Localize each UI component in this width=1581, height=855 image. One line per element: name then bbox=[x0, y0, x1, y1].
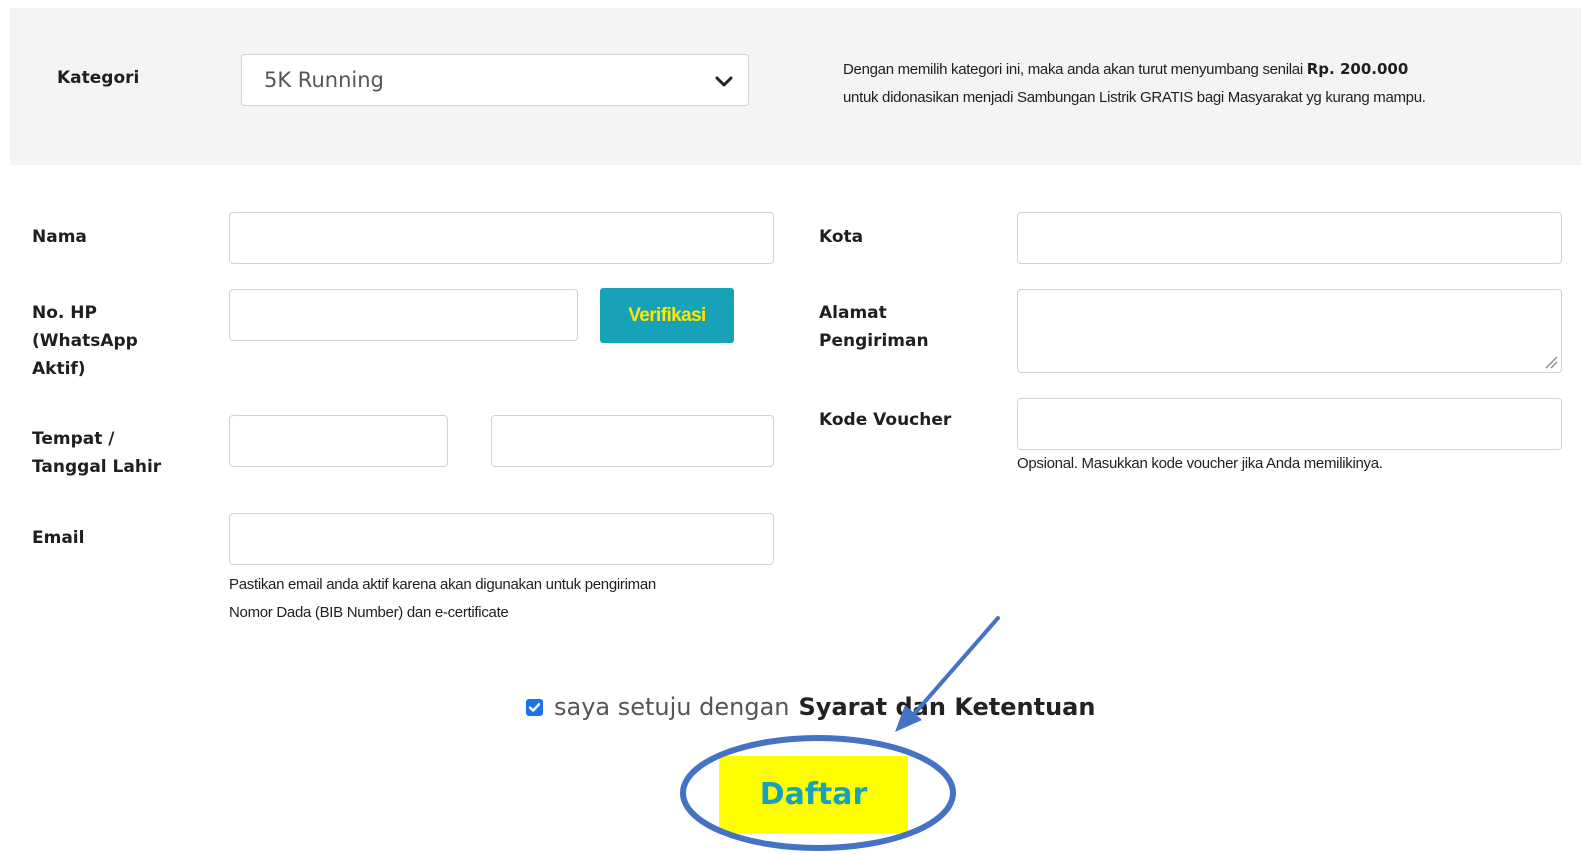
alamat-label-line: Pengiriman bbox=[819, 331, 929, 351]
email-input[interactable] bbox=[229, 513, 774, 565]
hp-label-line: (WhatsApp bbox=[32, 331, 138, 351]
alamat-textarea[interactable] bbox=[1017, 289, 1562, 373]
nama-input[interactable] bbox=[229, 212, 774, 264]
category-select-value: 5K Running bbox=[264, 68, 384, 92]
kota-label: Kota bbox=[819, 227, 864, 247]
verify-button-label: Verifikasi bbox=[628, 304, 706, 326]
register-button[interactable]: Daftar bbox=[719, 756, 908, 833]
birth-label-line: Tanggal Lahir bbox=[32, 457, 162, 477]
register-button-label: Daftar bbox=[759, 777, 868, 812]
donation-amount: Rp. 200.000 bbox=[1306, 60, 1409, 78]
check-icon bbox=[528, 702, 541, 712]
verify-button[interactable]: Verifikasi bbox=[600, 288, 734, 343]
voucher-label: Kode Voucher bbox=[819, 410, 952, 430]
phone-input[interactable] bbox=[229, 289, 578, 341]
voucher-help: Opsional. Masukkan kode voucher jika And… bbox=[1017, 455, 1383, 472]
chevron-down-icon bbox=[715, 76, 733, 87]
nama-label: Nama bbox=[32, 227, 87, 247]
category-note-suffix: untuk didonasikan menjadi Sambungan List… bbox=[843, 89, 1426, 106]
voucher-input[interactable] bbox=[1017, 398, 1562, 450]
alamat-label-line: Alamat bbox=[819, 303, 887, 323]
birth-place-input[interactable] bbox=[229, 415, 448, 467]
terms-link[interactable]: Syarat dan Ketentuan bbox=[799, 693, 1096, 721]
category-select[interactable]: 5K Running bbox=[241, 54, 749, 106]
agreement-text: saya setuju dengan bbox=[554, 693, 790, 721]
email-label: Email bbox=[32, 528, 85, 548]
category-donation-note: Dengan memilih kategori ini, maka anda a… bbox=[843, 55, 1573, 112]
hp-label-line: No. HP bbox=[32, 303, 97, 323]
agreement-row: saya setuju dengan Syarat dan Ketentuan bbox=[526, 690, 1095, 724]
email-help-line: Nomor Dada (BIB Number) dan e-certificat… bbox=[229, 604, 509, 621]
email-help-line: Pastikan email anda aktif karena akan di… bbox=[229, 576, 656, 593]
hp-label-line: Aktif) bbox=[32, 359, 86, 379]
agreement-checkbox[interactable] bbox=[526, 698, 543, 716]
resize-handle-icon[interactable] bbox=[1544, 355, 1558, 369]
kota-input[interactable] bbox=[1017, 212, 1562, 264]
category-note-prefix: Dengan memilih kategori ini, maka anda a… bbox=[843, 61, 1307, 78]
birth-label-line: Tempat / bbox=[32, 429, 115, 449]
category-label: Kategori bbox=[57, 68, 140, 88]
alamat-label: Alamat Pengiriman bbox=[819, 299, 929, 355]
hp-label: No. HP (WhatsApp Aktif) bbox=[32, 299, 138, 383]
birth-label: Tempat / Tanggal Lahir bbox=[32, 425, 161, 481]
email-help: Pastikan email anda aktif karena akan di… bbox=[229, 571, 789, 627]
birth-date-input[interactable] bbox=[491, 415, 774, 467]
